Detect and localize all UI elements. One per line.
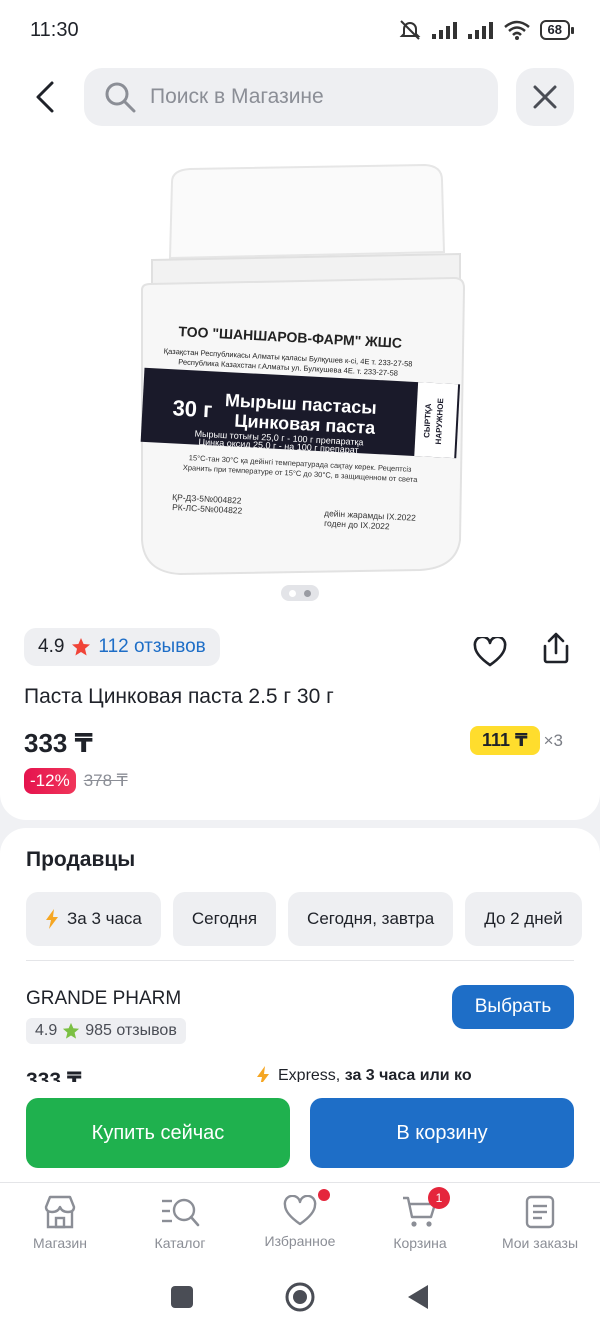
delivery-filters: За 3 часа Сегодня Сегодня, завтра До 2 д…	[26, 892, 582, 946]
recents-icon[interactable]	[170, 1285, 194, 1309]
system-nav	[0, 1262, 600, 1332]
back-nav-icon[interactable]	[406, 1284, 430, 1310]
home-icon[interactable]	[284, 1281, 316, 1313]
catalog-icon	[162, 1198, 200, 1227]
search-input[interactable]: Поиск в Магазине	[84, 68, 498, 126]
favorite-button[interactable]	[468, 630, 512, 674]
seller-rating[interactable]: 4.9 985 отзывов	[26, 1018, 186, 1044]
search-icon	[105, 82, 136, 113]
seller-rating-value: 4.9	[35, 1022, 58, 1039]
rating-value: 4.9	[38, 636, 65, 657]
star-icon	[72, 638, 91, 656]
nav-item-store[interactable]: Магазин	[0, 1183, 120, 1262]
buy-now-button[interactable]: Купить сейчас	[26, 1098, 290, 1168]
filter-3-hours[interactable]: За 3 часа	[26, 892, 161, 946]
filter-label: Сегодня	[191, 909, 258, 928]
choose-seller-button[interactable]: Выбрать	[452, 985, 574, 1029]
action-bar: Купить сейчас В корзину	[0, 1082, 600, 1182]
installment-times: ×3	[543, 730, 563, 750]
status-bar: 11:30 68	[0, 0, 600, 60]
notification-dot	[318, 1189, 330, 1201]
orders-icon	[525, 1195, 555, 1229]
installment-amount: 111 ₸	[470, 726, 540, 755]
filter-label: До 2 дней	[484, 909, 563, 928]
close-icon	[533, 85, 557, 109]
share-button[interactable]	[534, 626, 578, 670]
share-icon	[543, 632, 569, 664]
nav-item-orders[interactable]: Мои заказы	[480, 1183, 600, 1262]
nav-label: Магазин	[32, 1235, 87, 1251]
rating-chip[interactable]: 4.9 112 отзывов	[24, 628, 220, 666]
nav-item-cart[interactable]: 1 Корзина	[360, 1183, 480, 1262]
search-placeholder: Поиск в Магазине	[150, 85, 324, 108]
lightning-icon	[46, 909, 58, 929]
close-button[interactable]	[516, 68, 574, 126]
product-card: ТОО "ШАНШАРОВ-ФАРМ" ЖШС Қазақстан Респуб…	[0, 136, 600, 820]
label-weight: 30 г	[172, 395, 213, 422]
back-button[interactable]	[20, 72, 70, 122]
heart-icon	[283, 1195, 317, 1226]
discount-row: -12% 378 ₸	[24, 768, 128, 794]
label-side-kz: СЫРТҚА	[422, 403, 433, 438]
store-icon	[44, 1195, 76, 1229]
top-bar: Поиск в Магазине	[0, 60, 600, 136]
nav-item-catalog[interactable]: Каталог	[120, 1183, 240, 1262]
nav-label: Избранное	[264, 1233, 336, 1249]
status-time: 11:30	[30, 18, 79, 41]
signal-icon	[431, 22, 457, 39]
pager-dot-active	[289, 589, 296, 597]
signal-icon	[467, 22, 493, 39]
filter-today[interactable]: Сегодня	[172, 892, 277, 946]
discount-badge: -12%	[24, 768, 76, 794]
old-price: 378 ₸	[83, 771, 128, 790]
gallery-pager[interactable]	[281, 585, 319, 601]
wifi-icon	[503, 20, 530, 40]
nav-label: Корзина	[393, 1235, 447, 1251]
seller-reviews: 985 отзывов	[85, 1022, 177, 1039]
nav-label: Каталог	[154, 1235, 206, 1251]
sellers-title: Продавцы	[26, 848, 136, 871]
star-icon	[63, 1022, 80, 1039]
reviews-link[interactable]: 112 отзывов	[98, 636, 205, 658]
product-price: 333 ₸	[24, 728, 93, 758]
filter-label: Сегодня, завтра	[307, 909, 435, 928]
installment-badge[interactable]: 111 ₸ ×3	[470, 726, 563, 755]
cart-badge: 1	[428, 1187, 450, 1209]
filter-today-tomorrow[interactable]: Сегодня, завтра	[288, 892, 454, 946]
mute-icon	[399, 20, 420, 40]
chevron-left-icon	[36, 81, 54, 113]
seller-name[interactable]: GRANDE PHARM	[26, 988, 181, 1010]
heart-icon	[473, 637, 507, 667]
battery-indicator: 68	[539, 20, 575, 40]
filter-2-days[interactable]: До 2 дней	[465, 892, 582, 946]
nav-label: Мои заказы	[501, 1235, 579, 1251]
add-to-cart-button[interactable]: В корзину	[310, 1098, 574, 1168]
product-title: Паста Цинковая паста 2.5 г 30 г	[24, 685, 334, 708]
product-image[interactable]: ТОО "ШАНШАРОВ-ФАРМ" ЖШС Қазақстан Респуб…	[120, 160, 490, 590]
bottom-nav: Магазин Каталог Избранное 1 Корзина Мои …	[0, 1182, 600, 1262]
filter-label: За 3 часа	[67, 909, 142, 928]
pager-dot	[304, 589, 311, 597]
divider	[26, 960, 574, 961]
status-icons: 68	[398, 19, 575, 41]
nav-item-favorites[interactable]: Избранное	[240, 1183, 360, 1262]
